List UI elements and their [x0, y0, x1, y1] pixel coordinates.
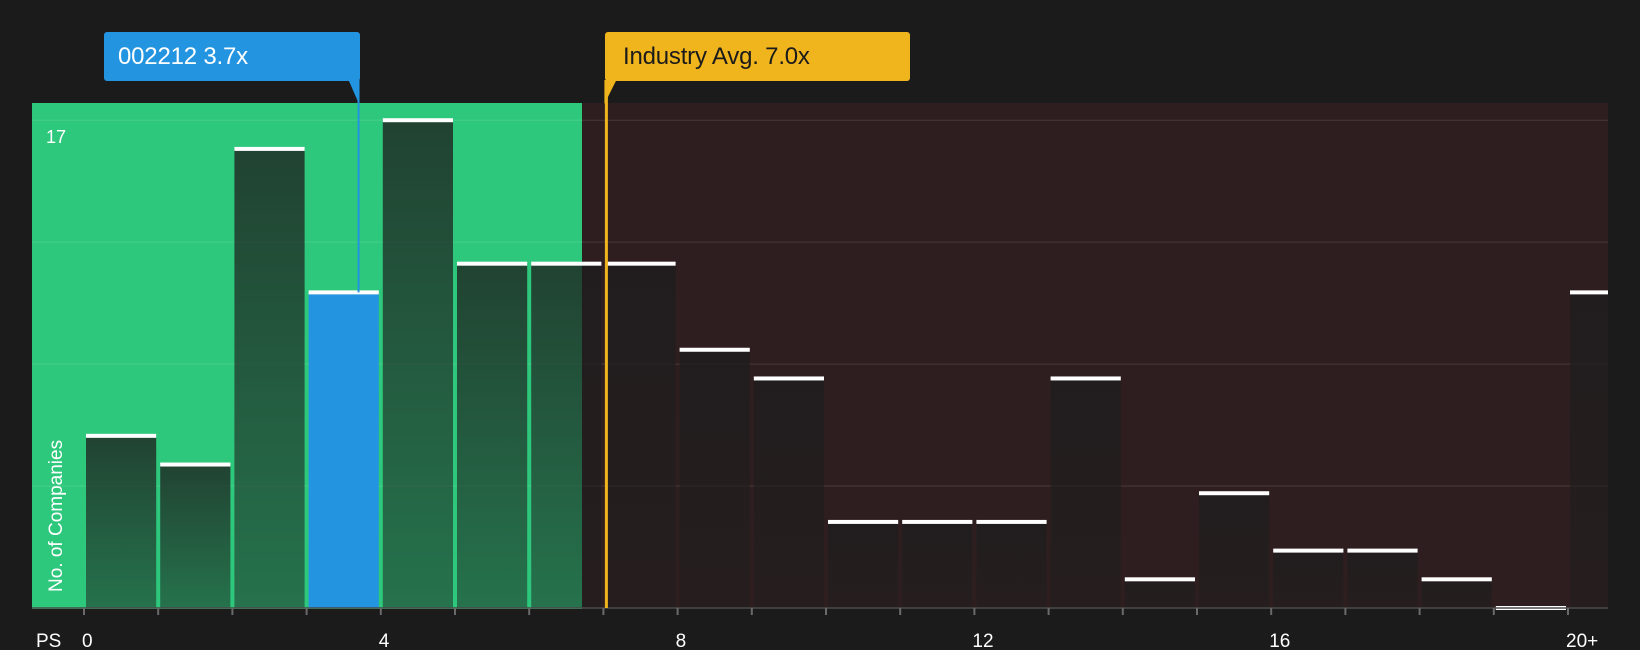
histogram-bar — [902, 521, 973, 608]
x-tick-label: 4 — [379, 631, 390, 650]
x-tick-label: 12 — [972, 631, 993, 650]
bar-cap — [1124, 577, 1195, 582]
histogram-bar — [531, 263, 602, 608]
bar-cap — [531, 261, 602, 266]
y-max-label: 17 — [46, 127, 66, 147]
bar-cap — [1199, 491, 1270, 496]
histogram-svg: 0 4 8 12 16 20+ 17 No. of Companies PS — [32, 78, 1608, 650]
histogram-bar — [1421, 579, 1492, 608]
bar-cap — [1570, 290, 1608, 295]
histogram-bar — [976, 521, 1047, 608]
company-callout-pointer — [348, 80, 359, 103]
x-tick-label: 20+ — [1566, 631, 1598, 650]
histogram-bar — [753, 378, 824, 608]
x-tick-label: 8 — [676, 631, 687, 650]
bar-cap — [1050, 376, 1121, 381]
histogram-bar — [828, 521, 899, 608]
bar-cap — [679, 347, 750, 352]
histogram-bar — [382, 120, 453, 608]
bar-cap — [86, 433, 157, 438]
ps-ratio-chart: 0 4 8 12 16 20+ 17 No. of Companies PS 002212… — [0, 0, 1640, 650]
histogram-bar — [1199, 493, 1270, 608]
bar-cap — [976, 519, 1047, 524]
histogram-bar — [1273, 550, 1344, 608]
bar-cap — [382, 118, 453, 123]
histogram-bar — [86, 435, 157, 608]
histogram-bar — [1347, 550, 1418, 608]
histogram-bar — [605, 263, 676, 608]
histogram-bar — [160, 464, 231, 608]
industry-average-callout: Industry Avg. 7.0x — [605, 32, 910, 81]
histogram-bar — [234, 148, 305, 608]
x-tick-label: 0 — [82, 631, 93, 650]
histogram-bar — [1050, 378, 1121, 608]
histogram-bar — [457, 263, 528, 608]
bar-cap — [457, 261, 528, 266]
bar-cap — [1421, 577, 1492, 582]
histogram-bar — [1124, 579, 1195, 608]
company-ps-callout: 002212 3.7x — [104, 32, 360, 81]
bar-cap — [828, 519, 899, 524]
bar-cap — [308, 290, 379, 295]
bar-cap — [1347, 548, 1418, 553]
histogram-bar — [1570, 292, 1608, 608]
bar-cap — [160, 462, 231, 467]
industry-callout-pointer — [604, 80, 617, 104]
bar-cap — [1273, 548, 1344, 553]
company-bar — [308, 292, 379, 608]
x-tick-label: 16 — [1269, 631, 1290, 650]
bar-cap — [605, 261, 676, 266]
histogram-bar — [679, 349, 750, 608]
bar-cap — [902, 519, 973, 524]
y-axis-title: No. of Companies — [46, 440, 67, 592]
bar-cap — [753, 376, 824, 381]
x-axis-title: PS — [36, 631, 61, 650]
bar-cap — [234, 146, 305, 151]
